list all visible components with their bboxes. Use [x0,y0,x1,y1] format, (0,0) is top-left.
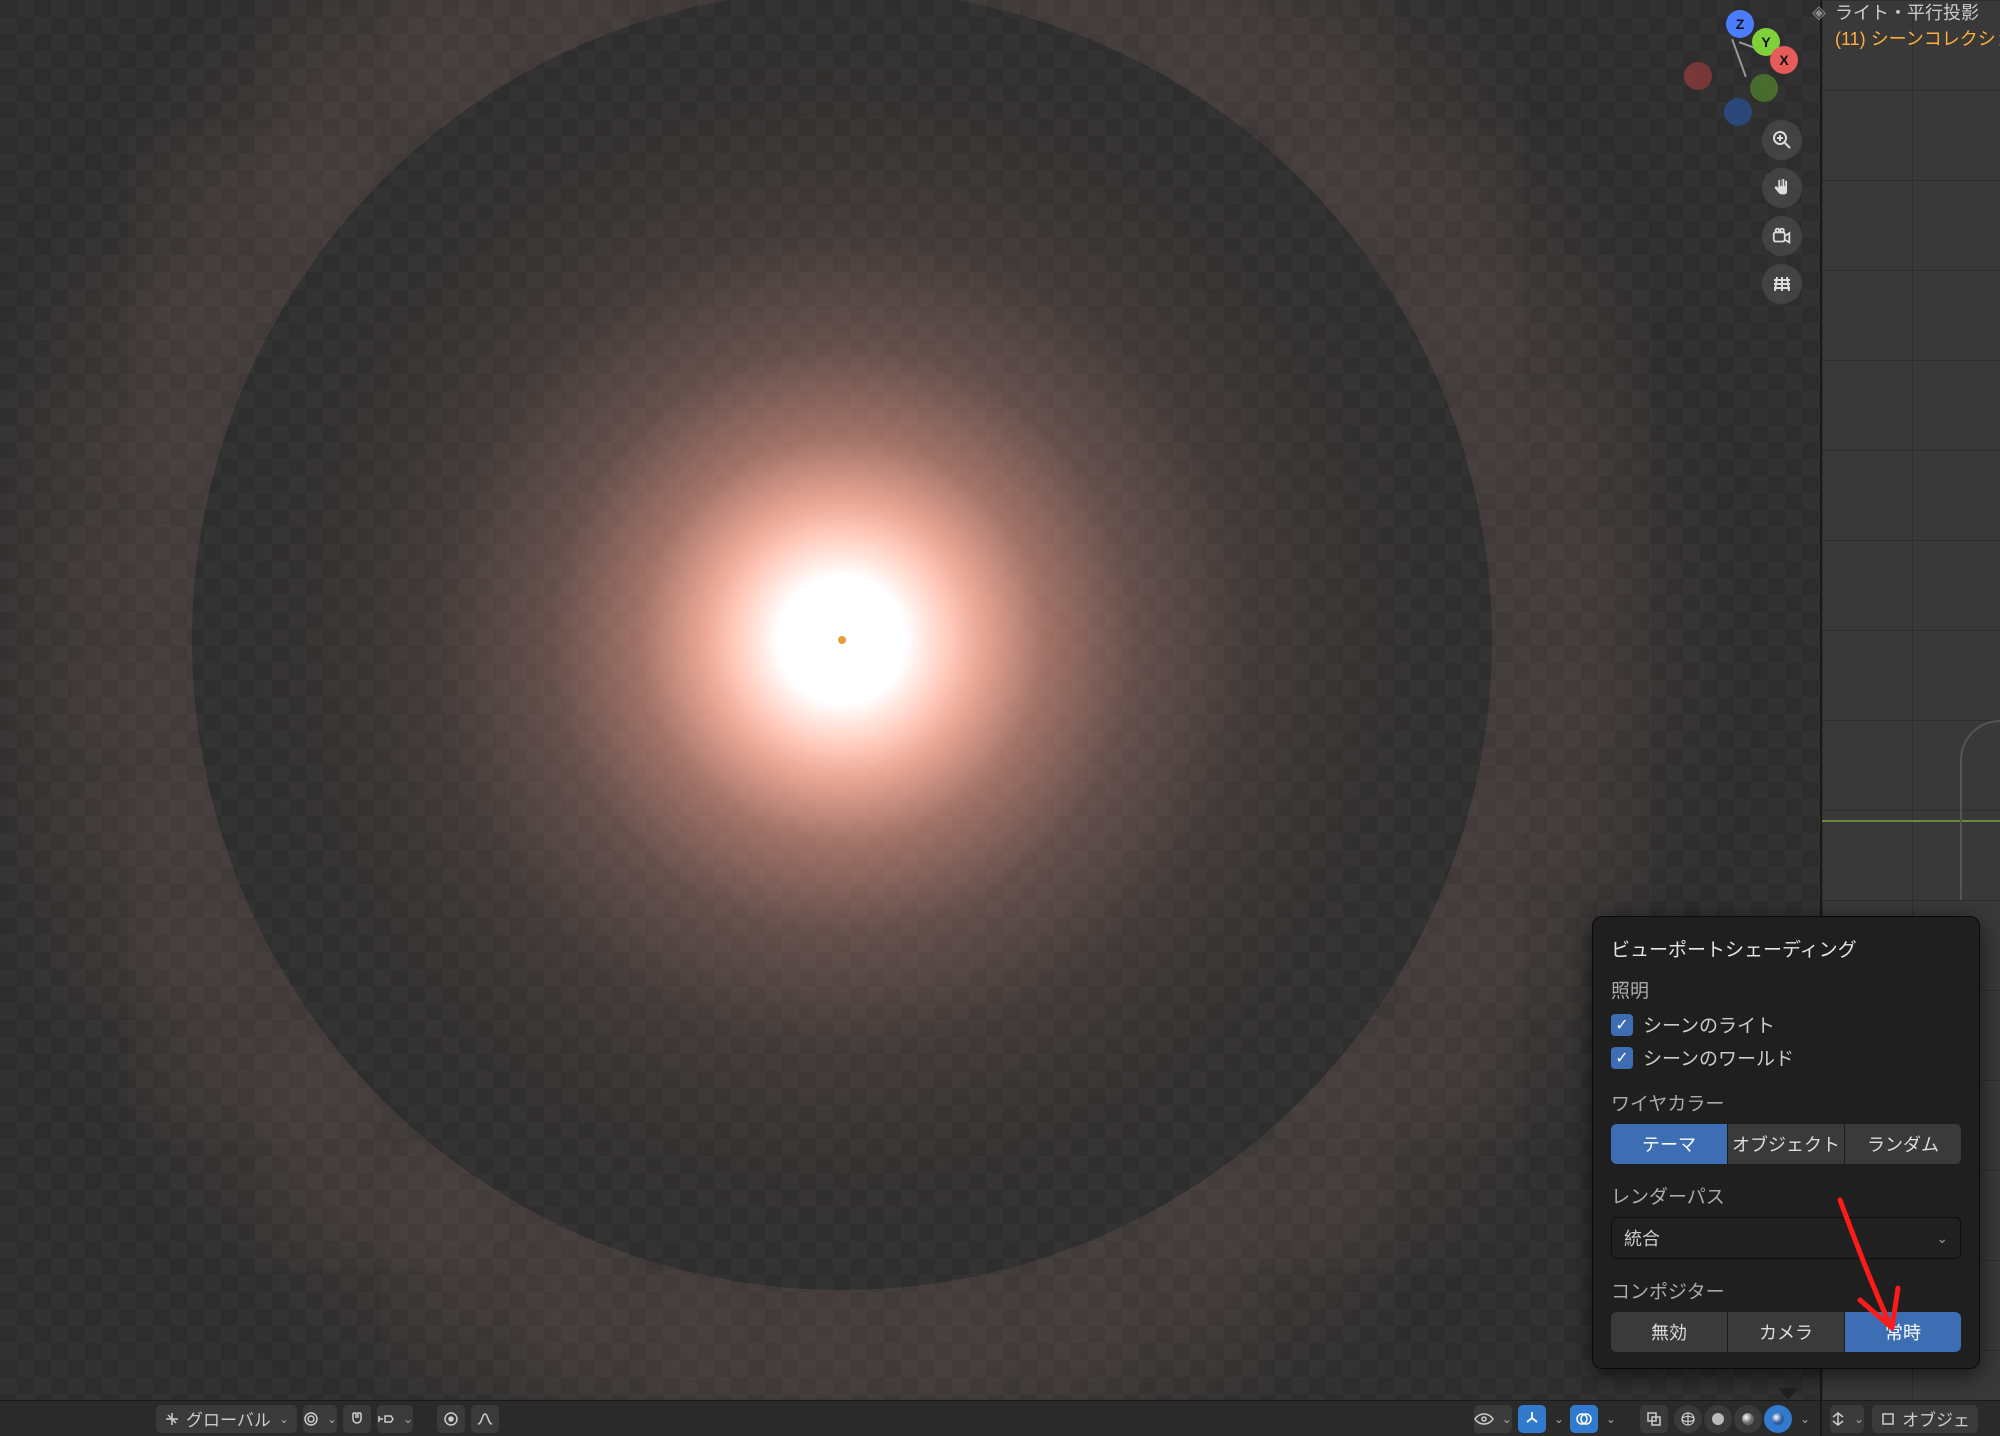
overlay-collection: シーンコレクショ [1871,29,2000,49]
zoom-icon[interactable] [1762,120,1802,160]
shading-wireframe-button[interactable] [1674,1405,1702,1433]
gizmo-axis-x[interactable]: X [1770,46,1798,74]
compositor-always-button[interactable]: 常時 [1845,1312,1961,1352]
object-origin-dot [838,636,846,644]
visibility-dropdown[interactable]: ⌄ [1474,1405,1512,1433]
gizmo-toggle[interactable] [1518,1405,1546,1433]
chevron-down-icon: ⌄ [1502,1412,1512,1426]
chevron-down-icon: ⌄ [403,1412,413,1426]
shading-mode-group [1674,1405,1792,1433]
popover-tail-icon [1778,1388,1798,1400]
chevron-down-icon: ⌄ [1854,1412,1864,1426]
wire-object-button[interactable]: オブジェクト [1728,1124,1845,1164]
gizmo-axis-z[interactable]: Z [1726,10,1754,38]
compositor-disabled-button[interactable]: 無効 [1611,1312,1728,1352]
scene-lights-checkbox[interactable]: ✓ シーンのライト [1611,1011,1961,1038]
object-silhouette [1960,720,2000,900]
material-preview-icon [1740,1411,1756,1427]
proportional-icon [443,1411,459,1427]
chevron-down-icon: ⌄ [327,1412,337,1426]
render-pass-value: 統合 [1624,1225,1660,1251]
xray-toggle[interactable] [1640,1405,1668,1433]
chevron-down-icon[interactable]: ⌄ [1606,1412,1616,1426]
popover-title: ビューポートシェーディング [1611,935,1961,962]
snap-toggle[interactable] [343,1405,371,1433]
falloff-icon [476,1412,494,1426]
proportional-edit-toggle[interactable] [437,1405,465,1433]
wireframe-icon [1680,1411,1696,1427]
gizmo-axis-neg-x[interactable] [1684,62,1712,90]
pivot-dropdown-2[interactable]: ⌄ [1830,1405,1864,1433]
gizmo-icon [1524,1411,1540,1427]
snap-mode-icon [377,1412,395,1426]
secondary-viewport-footer: ⌄ オブジェ [1820,1400,2000,1436]
xray-icon [1646,1411,1662,1427]
scene-lights-label: シーンのライト [1643,1011,1775,1038]
chevron-down-icon: ⌄ [279,1412,289,1426]
orientation-icon [164,1411,180,1427]
orientation-dropdown[interactable]: グローバル ⌄ [156,1405,297,1433]
pivot-dropdown[interactable]: ⌄ [303,1405,337,1433]
proportional-falloff-dropdown[interactable] [471,1405,499,1433]
render-pass-label: レンダーパス [1611,1182,1961,1209]
area-resize-icon[interactable]: ◈ [1812,2,1826,23]
pivot-icon [1830,1411,1846,1427]
object-mode-icon [1880,1411,1896,1427]
sun-glow [192,0,1492,1290]
viewport-3d[interactable] [0,0,1820,1400]
pivot-icon [303,1411,319,1427]
grid-icon[interactable] [1762,264,1802,304]
wire-color-label: ワイヤカラー [1611,1089,1961,1116]
viewport-footer: グローバル ⌄ ⌄ ⌄ ⌄ ⌄ ⌄ [0,1400,1820,1436]
scene-world-checkbox[interactable]: ✓ シーンのワールド [1611,1044,1961,1071]
lighting-section-label: 照明 [1611,976,1961,1003]
checkbox-checked-icon: ✓ [1611,1014,1633,1036]
checkbox-checked-icon: ✓ [1611,1047,1633,1069]
wire-theme-button[interactable]: テーマ [1611,1124,1728,1164]
mode-dropdown[interactable]: オブジェ [1872,1405,1978,1433]
magnet-icon [349,1411,365,1427]
wire-color-segmented: テーマ オブジェクト ランダム [1611,1124,1961,1164]
compositor-camera-button[interactable]: カメラ [1728,1312,1845,1352]
shading-rendered-button[interactable] [1764,1405,1792,1433]
chevron-down-icon[interactable]: ⌄ [1554,1412,1564,1426]
orientation-gizmo[interactable]: Z Y X [1680,10,1800,130]
shading-popover: ビューポートシェーディング 照明 ✓ シーンのライト ✓ シーンのワールド ワイ… [1592,916,1980,1369]
chevron-down-icon: ⌄ [1936,1230,1948,1247]
camera-icon[interactable] [1762,216,1802,256]
gizmo-axis-neg-z[interactable] [1724,98,1752,126]
overlay-line1: ライト・平行投影 [1835,0,2000,26]
overlay-toggle[interactable] [1570,1405,1598,1433]
rendered-icon [1770,1411,1786,1427]
chevron-down-icon[interactable]: ⌄ [1800,1412,1810,1426]
solid-icon [1710,1411,1726,1427]
gizmo-axis-neg-y[interactable] [1750,74,1778,102]
snap-dropdown[interactable]: ⌄ [377,1405,413,1433]
overlay-prefix: (11) [1835,29,1871,49]
scene-world-label: シーンのワールド [1643,1044,1794,1071]
viewport-nav-buttons [1762,120,1806,312]
shading-solid-button[interactable] [1704,1405,1732,1433]
eye-icon [1474,1412,1494,1426]
compositor-label: コンポジター [1611,1277,1961,1304]
overlay-icon [1576,1411,1592,1427]
shading-matprev-button[interactable] [1734,1405,1762,1433]
viewport-overlay-info: ライト・平行投影 (11) シーンコレクショ [1835,0,2000,52]
compositor-segmented: 無効 カメラ 常時 [1611,1312,1961,1352]
render-pass-select[interactable]: 統合 ⌄ [1611,1217,1961,1259]
hand-icon[interactable] [1762,168,1802,208]
wire-random-button[interactable]: ランダム [1845,1124,1961,1164]
